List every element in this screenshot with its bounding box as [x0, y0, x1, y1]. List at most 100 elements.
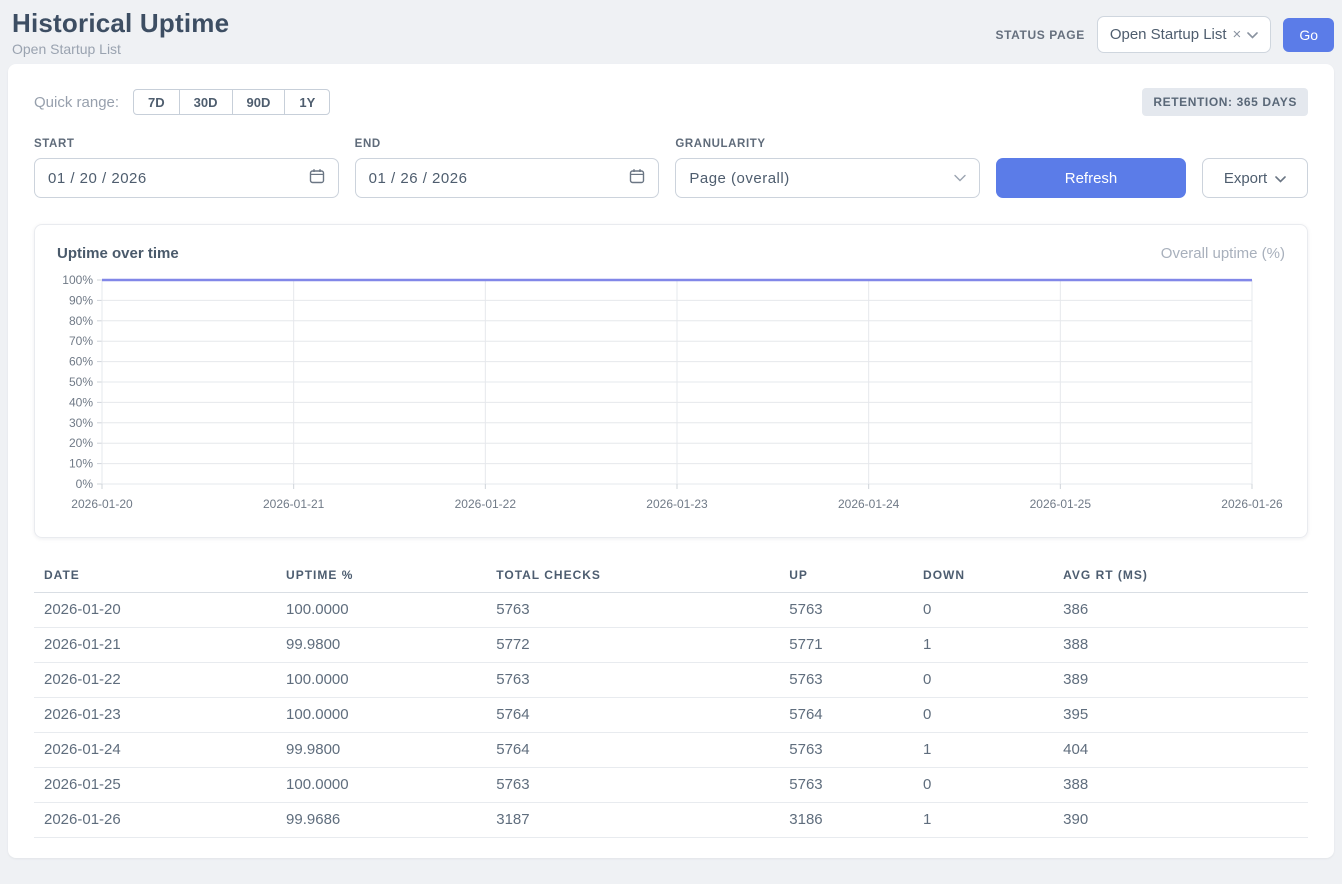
table-cell: 395 — [1053, 698, 1308, 733]
quick-range-1y-button[interactable]: 1Y — [284, 89, 330, 115]
y-axis-label: 50% — [69, 375, 93, 389]
table-cell: 0 — [913, 663, 1053, 698]
export-button[interactable]: Export — [1202, 158, 1308, 198]
table-column-header: UP — [779, 562, 913, 593]
quick-range-row: Quick range: 7D 30D 90D 1Y RETENTION: 36… — [34, 88, 1308, 116]
table-cell: 2026-01-20 — [34, 593, 276, 628]
start-date-input[interactable]: 01 / 20 / 2026 — [34, 158, 339, 198]
table-column-header: DATE — [34, 562, 276, 593]
y-axis-label: 40% — [69, 395, 93, 409]
x-axis-label: 2026-01-26 — [1221, 497, 1283, 511]
table-cell: 0 — [913, 593, 1053, 628]
table-row: 2026-01-2199.9800577257711388 — [34, 628, 1308, 663]
uptime-table: DATEUPTIME %TOTAL CHECKSUPDOWNAVG RT (MS… — [34, 562, 1308, 838]
granularity-value: Page (overall) — [689, 170, 789, 187]
table-cell: 386 — [1053, 593, 1308, 628]
table-cell: 5764 — [779, 698, 913, 733]
table-column-header: UPTIME % — [276, 562, 486, 593]
table-row: 2026-01-20100.0000576357630386 — [34, 593, 1308, 628]
chart-legend: Overall uptime (%) — [1161, 245, 1285, 262]
table-body: 2026-01-20100.00005763576303862026-01-21… — [34, 593, 1308, 838]
fields-row: START 01 / 20 / 2026 END 01 / 26 / 2026 … — [34, 138, 1308, 198]
table-cell: 5763 — [486, 768, 779, 803]
chevron-down-icon — [1247, 26, 1258, 44]
table-column-header: AVG RT (MS) — [1053, 562, 1308, 593]
table-cell: 0 — [913, 768, 1053, 803]
y-axis-label: 70% — [69, 334, 93, 348]
granularity-select[interactable]: Page (overall) — [675, 158, 980, 198]
end-date-label: END — [355, 138, 660, 150]
uptime-chart-card: Uptime over time Overall uptime (%) 0%10… — [34, 224, 1308, 538]
quick-range-30d-button[interactable]: 30D — [179, 89, 233, 115]
x-axis-label: 2026-01-24 — [838, 497, 900, 511]
table-cell: 5772 — [486, 628, 779, 663]
table-cell: 5763 — [779, 768, 913, 803]
table-cell: 99.9800 — [276, 628, 486, 663]
status-page-label: STATUS PAGE — [996, 28, 1085, 42]
table-cell: 389 — [1053, 663, 1308, 698]
uptime-line-chart: 0%10%20%30%40%50%60%70%80%90%100%2026-01… — [57, 270, 1285, 524]
table-cell: 5764 — [486, 698, 779, 733]
table-column-header: DOWN — [913, 562, 1053, 593]
chevron-down-icon — [954, 169, 966, 187]
table-cell: 388 — [1053, 768, 1308, 803]
clear-icon[interactable]: × — [1233, 27, 1242, 42]
end-date-group: END 01 / 26 / 2026 — [355, 138, 660, 198]
page-subtitle: Open Startup List — [12, 41, 229, 57]
table-cell: 2026-01-26 — [34, 803, 276, 838]
table-cell: 2026-01-24 — [34, 733, 276, 768]
y-axis-label: 20% — [69, 436, 93, 450]
refresh-button[interactable]: Refresh — [996, 158, 1186, 198]
table-cell: 0 — [913, 698, 1053, 733]
table-cell: 388 — [1053, 628, 1308, 663]
calendar-icon[interactable] — [629, 168, 645, 189]
start-date-value: 01 / 20 / 2026 — [48, 170, 147, 187]
table-row: 2026-01-22100.0000576357630389 — [34, 663, 1308, 698]
table-cell: 5771 — [779, 628, 913, 663]
y-axis-label: 100% — [62, 273, 93, 287]
page-header: Historical Uptime Open Startup List STAT… — [0, 0, 1342, 64]
table-cell: 99.9686 — [276, 803, 486, 838]
retention-badge: RETENTION: 365 DAYS — [1142, 88, 1308, 116]
table-cell: 404 — [1053, 733, 1308, 768]
table-cell: 100.0000 — [276, 593, 486, 628]
x-axis-label: 2026-01-21 — [263, 497, 325, 511]
title-block: Historical Uptime Open Startup List — [12, 8, 229, 57]
status-page-select[interactable]: Open Startup List × — [1097, 16, 1272, 53]
table-cell: 1 — [913, 628, 1053, 663]
status-page-value: Open Startup List — [1110, 26, 1227, 43]
table-cell: 3186 — [779, 803, 913, 838]
table-row: 2026-01-23100.0000576457640395 — [34, 698, 1308, 733]
end-date-value: 01 / 26 / 2026 — [369, 170, 468, 187]
export-button-label: Export — [1224, 170, 1267, 187]
y-axis-label: 0% — [76, 477, 94, 491]
x-axis-label: 2026-01-23 — [646, 497, 708, 511]
table-cell: 3187 — [486, 803, 779, 838]
y-axis-label: 90% — [69, 293, 93, 307]
table-cell: 5763 — [779, 733, 913, 768]
quick-range-7d-button[interactable]: 7D — [133, 89, 180, 115]
table-cell: 100.0000 — [276, 768, 486, 803]
granularity-label: GRANULARITY — [675, 138, 980, 150]
main-panel: Quick range: 7D 30D 90D 1Y RETENTION: 36… — [8, 64, 1334, 858]
x-axis-label: 2026-01-20 — [71, 497, 133, 511]
y-axis-label: 80% — [69, 314, 93, 328]
quick-range-group: 7D 30D 90D 1Y — [133, 89, 330, 115]
page-title: Historical Uptime — [12, 8, 229, 39]
start-date-label: START — [34, 138, 339, 150]
go-button[interactable]: Go — [1283, 18, 1334, 52]
table-row: 2026-01-2499.9800576457631404 — [34, 733, 1308, 768]
chart-area: 0%10%20%30%40%50%60%70%80%90%100%2026-01… — [57, 270, 1285, 529]
table-cell: 99.9800 — [276, 733, 486, 768]
table-cell: 2026-01-25 — [34, 768, 276, 803]
quick-range-90d-button[interactable]: 90D — [232, 89, 286, 115]
x-axis-label: 2026-01-22 — [455, 497, 517, 511]
table-cell: 5763 — [779, 593, 913, 628]
table-cell: 390 — [1053, 803, 1308, 838]
table-cell: 5763 — [486, 593, 779, 628]
table-cell: 100.0000 — [276, 698, 486, 733]
calendar-icon[interactable] — [309, 168, 325, 189]
quick-range-label: Quick range: — [34, 94, 119, 111]
start-date-group: START 01 / 20 / 2026 — [34, 138, 339, 198]
end-date-input[interactable]: 01 / 26 / 2026 — [355, 158, 660, 198]
